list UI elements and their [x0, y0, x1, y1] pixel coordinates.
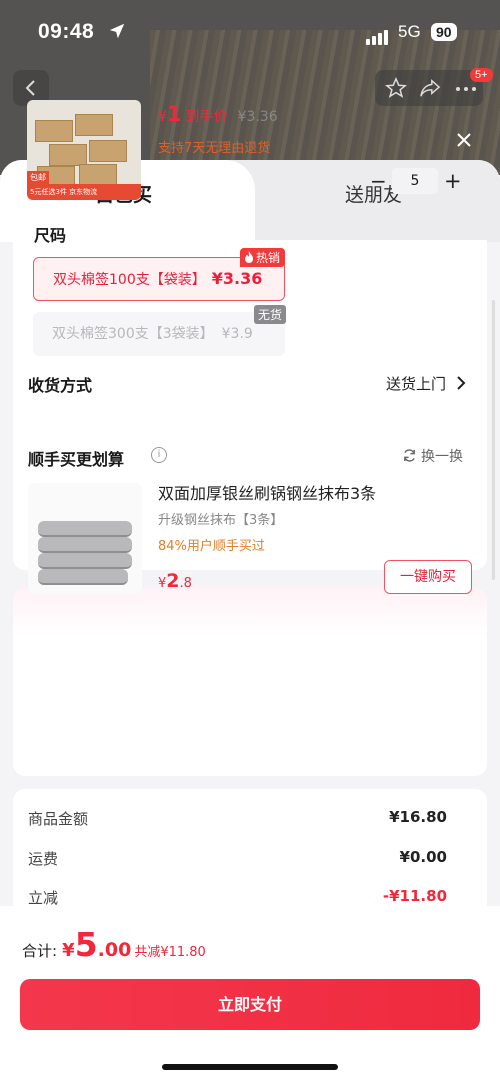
size-option-price: ¥3.36 — [211, 269, 263, 288]
addon-price: ¥2.8 — [158, 570, 192, 592]
shipping-method-value: 送货上门 — [386, 375, 447, 393]
total-dec: .00 — [97, 939, 132, 961]
close-icon[interactable] — [452, 128, 476, 152]
status-bar: 09:48 5G 90 — [0, 0, 500, 64]
summary-row-label: 运费 — [28, 850, 59, 868]
cart-count-badge: 5+ — [470, 68, 493, 82]
swap-button[interactable]: 换一换 — [402, 446, 463, 466]
addon-item-stat: 84%用户顺手买过 — [158, 539, 265, 554]
total-currency: ¥ — [62, 940, 75, 961]
star-icon[interactable] — [385, 77, 407, 99]
final-price: 1 — [166, 102, 182, 126]
refresh-icon — [404, 449, 415, 462]
size-option-label: 双头棉签100支【袋装】 — [53, 272, 206, 288]
addon-card — [13, 588, 487, 776]
shipping-method[interactable]: 送货上门 — [386, 373, 467, 394]
signal-icon — [366, 26, 390, 45]
home-indicator[interactable] — [162, 1064, 338, 1070]
summary-row-label: 立减 — [28, 889, 59, 907]
flame-icon — [245, 251, 253, 263]
info-icon[interactable]: i — [151, 447, 167, 463]
total-int: 5 — [74, 925, 98, 964]
hot-badge-label: 热销 — [256, 251, 281, 265]
size-option-300[interactable]: 双头棉签300支【3袋装】 ¥3.9 — [33, 312, 285, 356]
pay-now-button[interactable]: 立即支付 — [20, 979, 480, 1030]
scrollbar[interactable] — [492, 300, 495, 580]
original-price: ¥3.36 — [237, 109, 278, 125]
one-click-buy-button[interactable]: 一键购买 — [384, 560, 472, 594]
addon-image[interactable] — [28, 483, 142, 593]
final-price-label: 到手价 — [185, 109, 228, 125]
addon-title: 顺手买更划算 — [28, 450, 125, 469]
addon-price-int: 2 — [166, 570, 180, 592]
nav-actions — [375, 70, 483, 106]
status-time: 09:48 — [38, 20, 95, 43]
summary-row-value: ¥0.00 — [399, 848, 447, 866]
total-saved: 共减¥11.80 — [134, 945, 206, 960]
summary-row-value: -¥11.80 — [382, 887, 447, 905]
quantity-input[interactable]: 5 — [392, 168, 438, 194]
hot-badge: 热销 — [240, 248, 286, 267]
total-label: 合计: — [22, 942, 58, 960]
addon-item-spec: 升级钢丝抹布【3条】 — [158, 513, 284, 528]
chevron-right-icon — [457, 376, 466, 390]
price-block: ¥1 到手价 ¥3.36 — [158, 102, 278, 126]
addon-item-title[interactable]: 双面加厚银丝刷锅钢丝抹布3条 — [158, 480, 376, 504]
network-type: 5G — [398, 22, 421, 41]
shipping-label: 收货方式 — [28, 376, 93, 395]
quantity-minus-button[interactable]: − — [370, 168, 387, 194]
location-arrow-icon — [109, 23, 125, 39]
summary-row-value: ¥16.80 — [389, 808, 447, 826]
battery-level: 90 — [431, 23, 457, 41]
total-block: 合计: ¥5.00 共减¥11.80 — [22, 925, 206, 964]
quantity-plus-button[interactable]: + — [444, 168, 462, 194]
share-icon[interactable] — [419, 78, 441, 98]
summary-row-label: 商品金额 — [28, 810, 89, 828]
free-shipping-tag: 包邮 — [27, 171, 49, 184]
swap-label: 换一换 — [421, 449, 463, 465]
out-of-stock-badge: 无货 — [254, 305, 287, 324]
more-icon[interactable] — [455, 86, 477, 92]
addon-price-dec: .8 — [179, 576, 192, 591]
product-image[interactable]: 包邮 5元任选3件 京东物流 — [27, 100, 141, 200]
price-currency: ¥ — [158, 109, 167, 125]
product-image-footer: 5元任选3件 京东物流 — [27, 184, 141, 200]
returns-note: 支持7天无理由退货 — [158, 141, 271, 156]
size-option-label: 双头棉签300支【3袋装】 — [52, 326, 214, 342]
size-title: 尺码 — [34, 226, 67, 245]
size-option-price: ¥3.9 — [221, 326, 253, 342]
